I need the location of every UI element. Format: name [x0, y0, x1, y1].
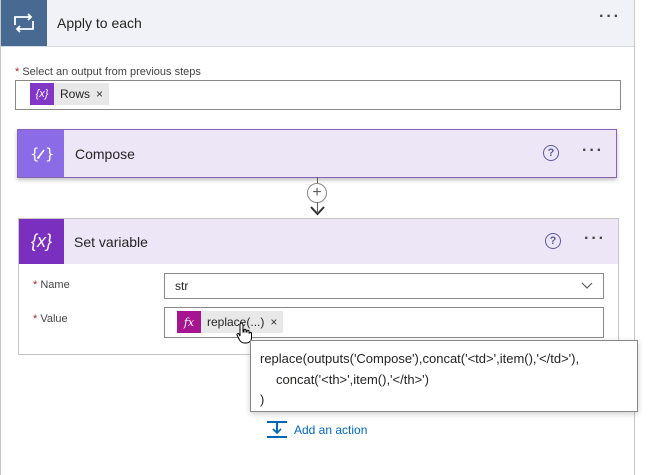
expression-tooltip: replace(outputs('Compose'),concat('<td>'… — [250, 340, 638, 412]
add-action-button[interactable]: Add an action — [266, 420, 367, 440]
tooltip-line-1: replace(outputs('Compose'),concat('<td>'… — [260, 351, 580, 366]
tooltip-line-3: ) — [260, 392, 265, 407]
compose-action-card[interactable]: { } Compose ? ··· — [17, 129, 617, 178]
output-field-label: * Select an output from previous steps — [15, 66, 201, 78]
required-mark: * — [15, 66, 20, 78]
compose-icon: { } — [18, 130, 64, 177]
tooltip-line-2: concat('<th>',item(),'</th>') — [276, 372, 429, 387]
expression-token[interactable]: fx replace(...) × — [177, 311, 284, 333]
svg-text:{: { — [30, 145, 40, 163]
set-variable-help-icon[interactable]: ? — [545, 233, 561, 249]
name-dropdown-value: str — [175, 279, 189, 293]
rows-token-remove[interactable]: × — [96, 87, 109, 101]
set-variable-icon: {x} — [19, 219, 64, 264]
name-dropdown[interactable]: str — [164, 273, 604, 299]
compose-more-button[interactable]: ··· — [582, 143, 604, 159]
set-variable-title: Set variable — [74, 234, 148, 250]
value-field-label: * Value — [33, 313, 68, 325]
loop-icon — [1, 0, 47, 46]
required-mark: * — [33, 279, 38, 291]
compose-title: Compose — [75, 146, 135, 162]
set-variable-header[interactable]: {x} Set variable ? ··· — [19, 219, 618, 264]
scope-border-left — [0, 0, 1, 475]
rows-token[interactable]: {x} Rows × — [30, 83, 110, 105]
expression-icon: fx — [177, 311, 201, 333]
connector-arrow-icon — [310, 206, 325, 216]
apply-to-each-title: Apply to each — [57, 15, 142, 31]
name-label-text: Name — [40, 279, 70, 291]
compose-help-icon[interactable]: ? — [543, 145, 559, 161]
rows-token-label: Rows — [60, 87, 91, 101]
name-field-label: * Name — [33, 279, 70, 291]
set-variable-action-card[interactable]: {x} Set variable ? ··· * Name str * Valu… — [18, 218, 619, 355]
output-label-text: Select an output from previous steps — [22, 66, 201, 78]
add-action-label: Add an action — [294, 423, 368, 437]
chevron-down-icon — [581, 282, 593, 289]
value-input[interactable]: fx replace(...) × — [164, 307, 604, 338]
value-label-text: Value — [40, 313, 68, 325]
set-variable-more-button[interactable]: ··· — [584, 231, 606, 247]
expression-token-remove[interactable]: × — [270, 315, 283, 329]
svg-text:}: } — [45, 145, 53, 163]
required-mark: * — [33, 313, 38, 325]
apply-to-each-more-button[interactable]: ··· — [599, 9, 621, 25]
add-action-icon — [267, 421, 287, 438]
apply-to-each-header[interactable]: Apply to each ··· — [1, 0, 634, 47]
output-input[interactable]: {x} Rows × — [15, 80, 621, 110]
insert-step-button[interactable]: + — [307, 183, 327, 203]
variable-icon: {x} — [30, 83, 54, 105]
